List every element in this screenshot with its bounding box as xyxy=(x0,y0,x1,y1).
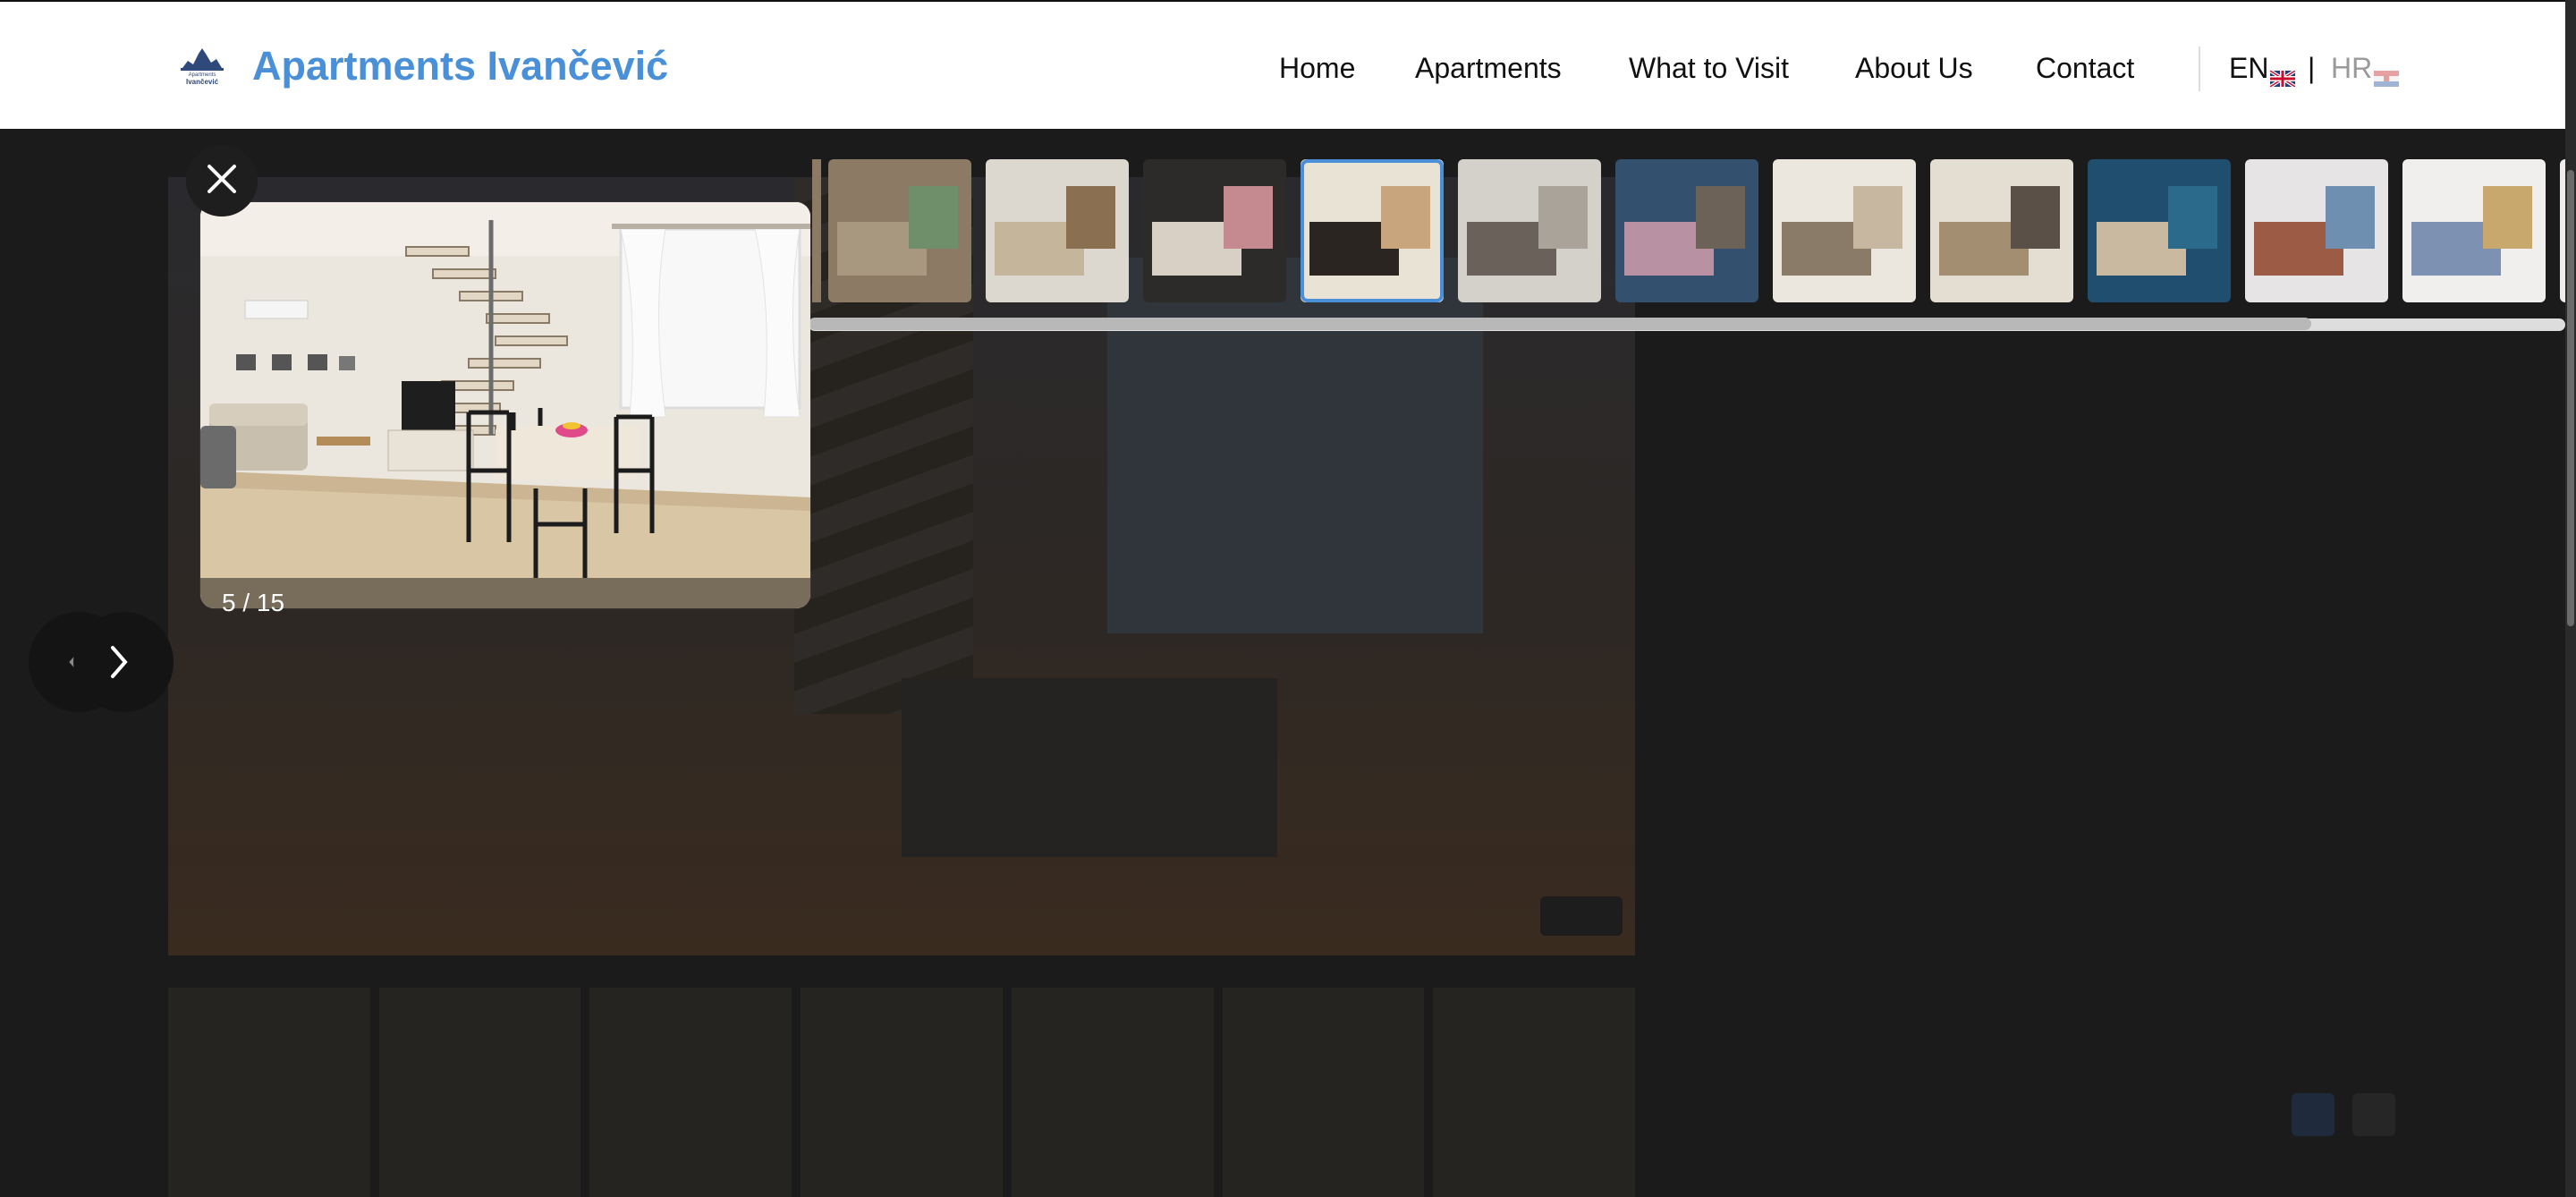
calendar-nav-button xyxy=(2292,1093,2334,1136)
lightbox-thumbnail-bedroom-twin[interactable] xyxy=(2402,159,2546,302)
lightbox-thumbnail-bedroom-attic[interactable] xyxy=(2245,159,2388,302)
logo[interactable]: Apartments Ivančević xyxy=(175,45,229,88)
site-header: Apartments Ivančević Apartments Ivančevi… xyxy=(0,0,2565,129)
brand-title[interactable]: Apartments Ivančević xyxy=(252,43,668,89)
croatia-flag-icon xyxy=(2374,61,2400,87)
nav-about-us[interactable]: About Us xyxy=(1855,52,1973,85)
lightbox-thumbnail-kitchen-dining[interactable] xyxy=(1773,159,1916,302)
lang-divider: | xyxy=(2308,52,2316,84)
nav-what-to-visit[interactable]: What to Visit xyxy=(1629,52,1789,85)
close-icon xyxy=(207,164,237,199)
lang-hr[interactable]: HR xyxy=(2331,52,2400,87)
lightbox-thumbnail-whiteboard-note[interactable] xyxy=(986,159,1129,302)
lightbox-thumbnail-living-dining-stairs[interactable] xyxy=(1301,159,1444,302)
lightbox-thumbnail-living-room[interactable] xyxy=(1930,159,2073,302)
lightbox-thumbnail-partial[interactable] xyxy=(812,159,821,302)
lightbox-image xyxy=(200,202,810,608)
next-button[interactable] xyxy=(73,612,174,712)
calendar-nav-button xyxy=(2352,1093,2395,1136)
uk-flag-icon xyxy=(2269,61,2297,89)
nav-home[interactable]: Home xyxy=(1279,52,1355,85)
nav-contact[interactable]: Contact xyxy=(2036,52,2134,85)
page-scrollbar[interactable] xyxy=(2565,0,2576,1197)
close-button[interactable] xyxy=(186,145,258,216)
lightbox-thumbnail-street-evening[interactable] xyxy=(1615,159,1758,302)
image-counter: 5 / 15 xyxy=(222,589,285,616)
thumbnail-scroll-thumb[interactable] xyxy=(809,318,2311,330)
gallery-thumbnails xyxy=(168,988,1636,1197)
lightbox-thumbnail-aerial-town[interactable] xyxy=(2088,159,2231,302)
photo-count-badge xyxy=(1540,896,1623,936)
lightbox-thumbnail-stone-house-terrace[interactable] xyxy=(828,159,971,302)
svg-text:Ivančević: Ivančević xyxy=(186,78,219,86)
lang-en[interactable]: EN xyxy=(2229,52,2297,89)
image-navigation xyxy=(29,612,174,712)
lightbox-thumbnail-kitchen[interactable] xyxy=(1458,159,1601,302)
nav-divider xyxy=(2199,47,2200,91)
lightbox-thumbnail-strip[interactable] xyxy=(812,159,2565,304)
nav-apartments[interactable]: Apartments xyxy=(1415,52,1562,85)
chevron-right-icon xyxy=(106,644,132,684)
lightbox-thumbnail-chalkboard-kitchen[interactable] xyxy=(1143,159,1286,302)
